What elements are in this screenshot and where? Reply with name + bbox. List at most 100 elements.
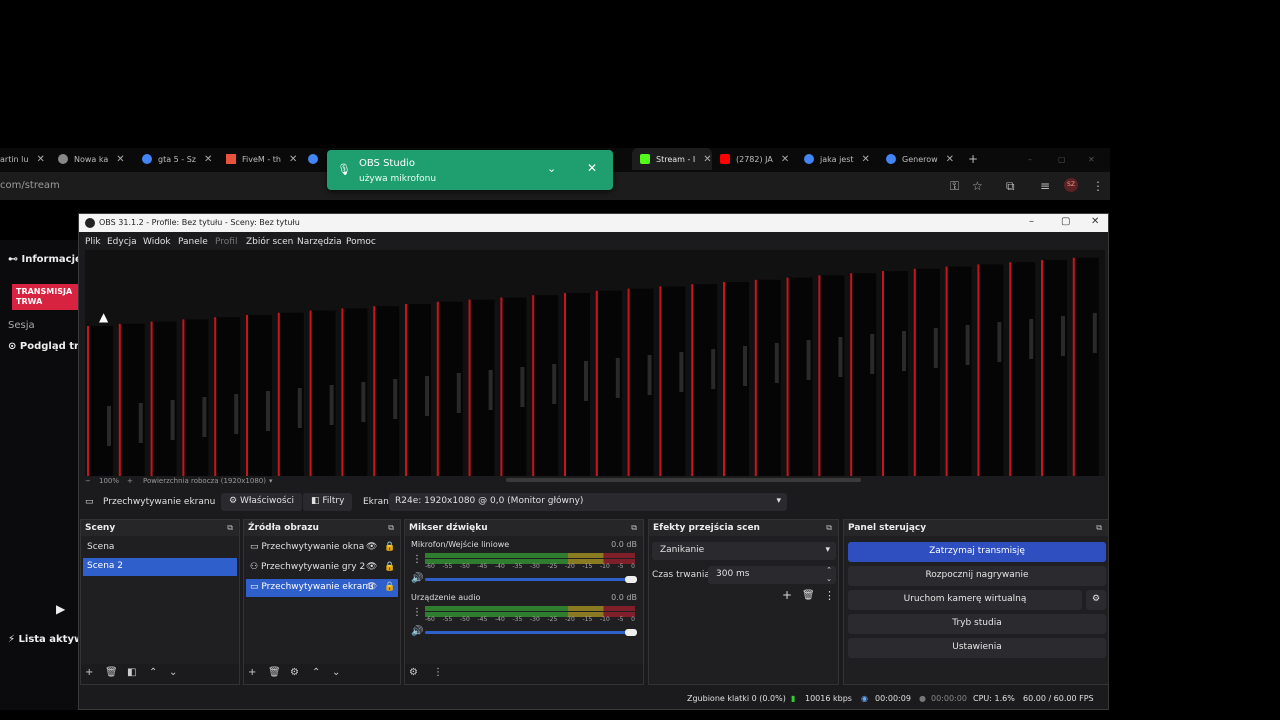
- speaker-icon[interactable]: 🔊: [411, 626, 423, 637]
- canvas-dropdown-icon[interactable]: ▾: [269, 477, 273, 485]
- start-virtual-camera-button[interactable]: Uruchom kamerę wirtualną: [848, 590, 1082, 610]
- lock-icon[interactable]: 🔒: [384, 582, 395, 592]
- browser-tab[interactable]: gta 5 - Sz ✕: [142, 148, 214, 170]
- close-icon[interactable]: ✕: [116, 154, 124, 165]
- undock-icon[interactable]: ⧉: [227, 523, 233, 533]
- undock-icon[interactable]: ⧉: [826, 523, 832, 533]
- volume-slider[interactable]: [425, 631, 635, 634]
- eye-icon[interactable]: 👁: [366, 582, 377, 592]
- add-icon[interactable]: +: [782, 588, 792, 602]
- settings-button[interactable]: Ustawienia: [848, 638, 1106, 658]
- transition-select[interactable]: Zanikanie ▾: [652, 542, 836, 560]
- mirror-highlight: [456, 373, 461, 413]
- gear-icon[interactable]: ⚙: [1086, 590, 1106, 610]
- scene-item[interactable]: Scena: [83, 539, 237, 557]
- studio-mode-button[interactable]: Tryb studia: [848, 614, 1106, 634]
- close-icon[interactable]: ✕: [862, 154, 870, 165]
- kebab-menu-icon[interactable]: ⋮: [412, 607, 422, 618]
- trash-icon[interactable]: 🗑: [802, 590, 815, 601]
- screen-select[interactable]: R24e: 1920x1080 @ 0,0 (Monitor główny) ▾: [389, 493, 787, 511]
- chevron-down-icon[interactable]: ⌄: [332, 667, 340, 678]
- star-icon[interactable]: ☆: [972, 179, 983, 193]
- add-icon[interactable]: +: [248, 667, 256, 678]
- preview-scrollbar[interactable]: [506, 478, 861, 482]
- browser-tab[interactable]: artin lu ✕: [0, 148, 48, 170]
- undock-icon[interactable]: ⧉: [631, 523, 637, 533]
- close-icon[interactable]: ✕: [946, 154, 954, 165]
- mic-notification[interactable]: 🎙 OBS Studio używa mikrofonu ⌄ ✕: [327, 150, 613, 190]
- maximize-icon[interactable]: ▢: [1058, 148, 1068, 170]
- browser-tab[interactable]: Nowa ka ✕: [58, 148, 138, 170]
- lock-icon[interactable]: 🔒: [384, 542, 395, 552]
- browser-tab[interactable]: (2782) JA ✕: [720, 148, 794, 170]
- close-icon[interactable]: ✕: [1091, 216, 1099, 227]
- start-recording-button[interactable]: Rozpocznij nagrywanie: [848, 566, 1106, 586]
- close-window-icon[interactable]: ✕: [1088, 148, 1098, 170]
- menu-tools[interactable]: Narzędzia: [297, 237, 342, 247]
- preview-label[interactable]: ⊙ Podgląd tra: [8, 341, 86, 352]
- chevron-up-icon[interactable]: ⌃: [312, 667, 320, 678]
- stop-streaming-button[interactable]: Zatrzymaj transmisję: [848, 542, 1106, 562]
- trash-icon[interactable]: 🗑: [105, 667, 118, 678]
- menu-docks[interactable]: Panele: [178, 237, 208, 247]
- minimize-icon[interactable]: –: [1028, 148, 1038, 170]
- menu-file[interactable]: Plik: [85, 237, 101, 247]
- preview-canvas[interactable]: ▲: [85, 250, 1105, 476]
- kebab-menu-icon[interactable]: ⋮: [433, 667, 443, 678]
- menu-profile[interactable]: Profil: [215, 237, 237, 247]
- maximize-icon[interactable]: ▢: [1061, 216, 1070, 227]
- media-icon[interactable]: ≡: [1040, 179, 1050, 193]
- menu-view[interactable]: Widok: [143, 237, 171, 247]
- browser-tab[interactable]: Generow ✕: [886, 148, 958, 170]
- minimize-icon[interactable]: –: [1029, 216, 1034, 227]
- chevron-down-icon[interactable]: ⌄: [169, 667, 177, 678]
- eye-icon[interactable]: 👁: [366, 542, 377, 552]
- browser-tab[interactable]: jaka jest ✕: [804, 148, 878, 170]
- undock-icon[interactable]: ⧉: [388, 523, 394, 533]
- speaker-icon[interactable]: 🔊: [411, 573, 423, 584]
- gear-icon[interactable]: ⚙: [290, 667, 299, 678]
- kebab-menu-icon[interactable]: ⋮: [824, 589, 835, 602]
- close-icon[interactable]: ✕: [36, 154, 44, 165]
- scene-item-selected[interactable]: Scena 2: [83, 558, 237, 576]
- kebab-menu-icon[interactable]: ⋮: [1092, 179, 1104, 193]
- volume-slider-knob[interactable]: [625, 576, 637, 583]
- menu-scene-collection[interactable]: Zbiór scen: [246, 237, 293, 247]
- play-icon[interactable]: ▶: [56, 602, 65, 616]
- kebab-menu-icon[interactable]: ⋮: [412, 554, 422, 565]
- close-icon[interactable]: ✕: [703, 154, 711, 165]
- menu-help[interactable]: Pomoc: [346, 237, 376, 247]
- mirror-edge: [405, 304, 407, 476]
- new-tab-icon[interactable]: +: [968, 148, 980, 170]
- close-icon[interactable]: ✕: [204, 154, 212, 165]
- undock-icon[interactable]: ⧉: [1096, 523, 1102, 533]
- tab-label: FiveM - th: [242, 154, 281, 164]
- zoom-in-icon[interactable]: +: [127, 477, 133, 485]
- volume-slider-knob[interactable]: [625, 629, 637, 636]
- screen-label: Ekran: [363, 497, 389, 507]
- profile-avatar[interactable]: SZ: [1064, 178, 1078, 192]
- lock-icon[interactable]: 🔒: [384, 562, 395, 572]
- advanced-audio-icon[interactable]: ⚙: [409, 667, 418, 678]
- stepper-icon[interactable]: ⌃ ⌄: [826, 566, 832, 584]
- chevron-up-icon[interactable]: ⌃: [149, 667, 157, 678]
- menu-edit[interactable]: Edycja: [107, 237, 137, 247]
- properties-button[interactable]: ⚙ Właściwości: [221, 493, 303, 511]
- extensions-icon[interactable]: ⧉: [1006, 179, 1015, 194]
- chevron-down-icon[interactable]: ⌄: [547, 162, 556, 175]
- volume-slider[interactable]: [425, 578, 635, 581]
- filters-button[interactable]: ◧ Filtry: [303, 493, 353, 511]
- eye-icon[interactable]: 👁: [366, 562, 377, 572]
- close-icon[interactable]: ✕: [587, 161, 597, 175]
- trash-icon[interactable]: 🗑: [268, 667, 281, 678]
- duration-input[interactable]: 300 ms ⌃ ⌄: [708, 566, 836, 584]
- close-icon[interactable]: ✕: [289, 154, 297, 165]
- add-icon[interactable]: +: [85, 667, 93, 678]
- zoom-out-icon[interactable]: −: [85, 477, 91, 485]
- browser-tab[interactable]: [308, 148, 326, 170]
- browser-tab-active[interactable]: Stream - I ✕: [632, 148, 712, 170]
- key-icon[interactable]: ⚿: [950, 179, 959, 194]
- filter-icon[interactable]: ◧: [127, 667, 136, 678]
- browser-tab[interactable]: FiveM - th ✕: [226, 148, 298, 170]
- close-icon[interactable]: ✕: [781, 154, 789, 165]
